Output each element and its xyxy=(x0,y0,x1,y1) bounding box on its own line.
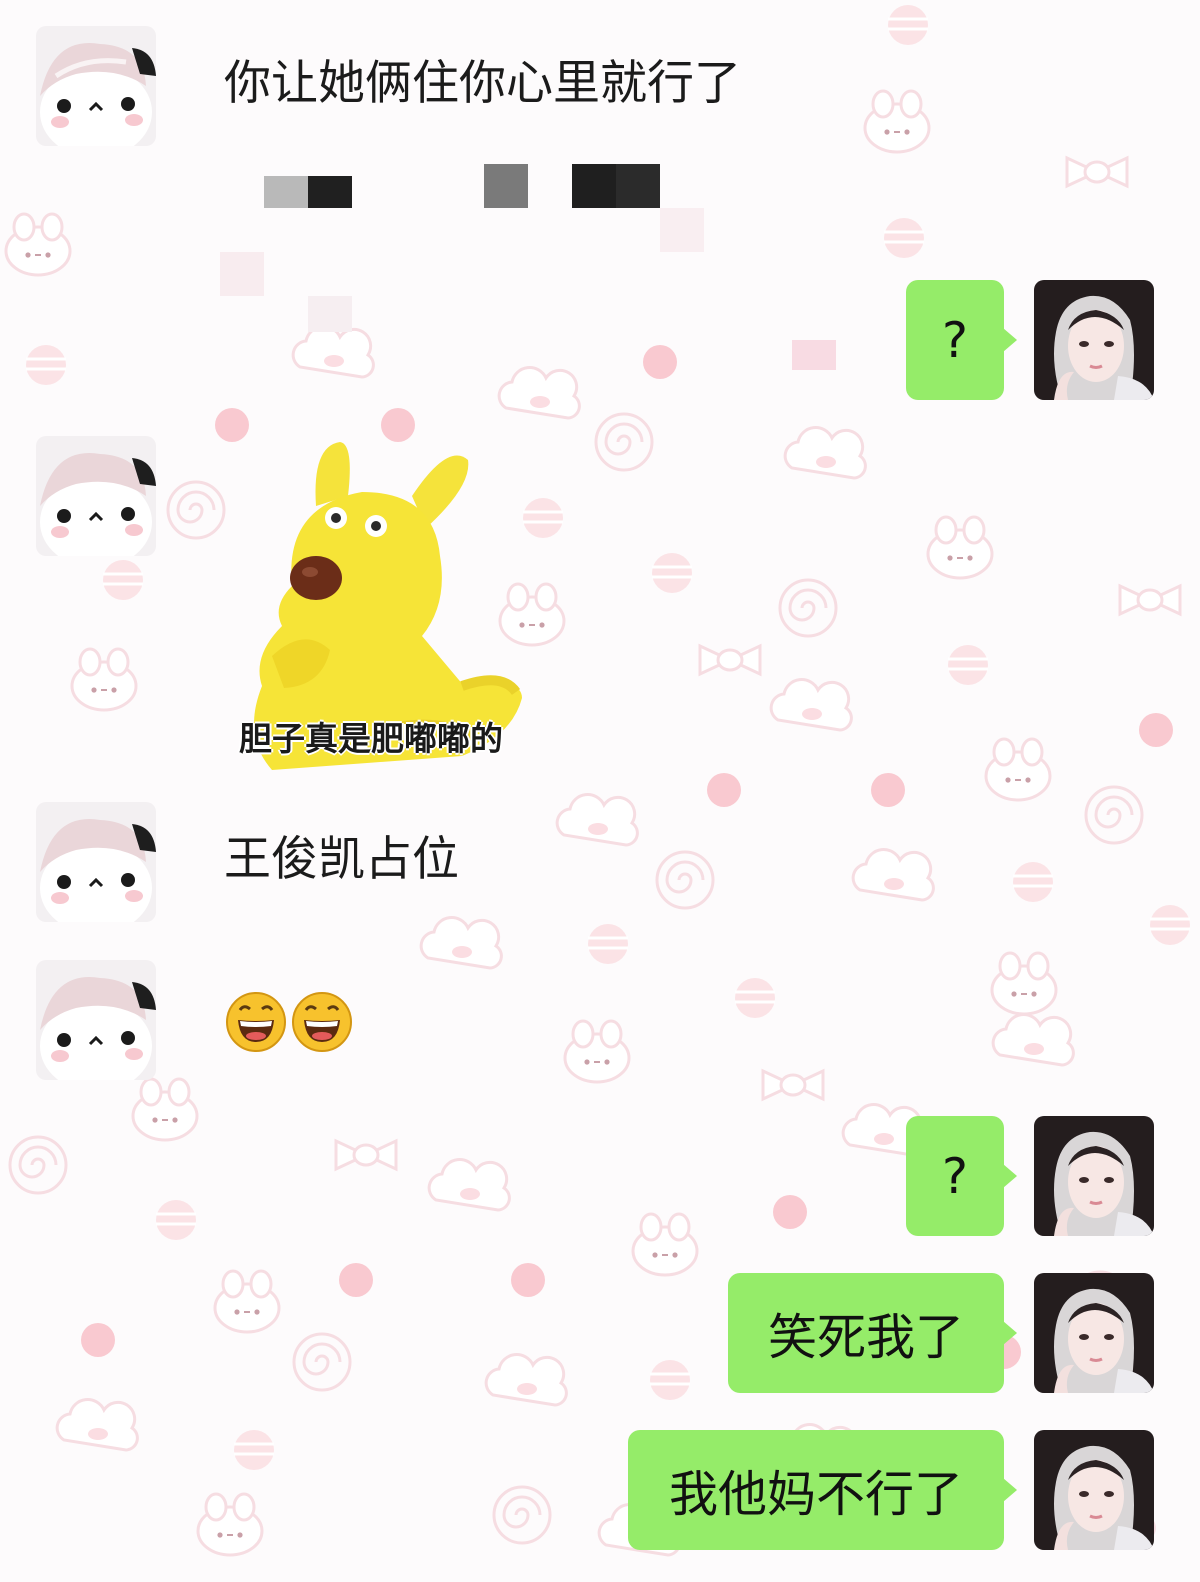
panda-avatar-icon xyxy=(36,26,156,146)
contact-avatar[interactable] xyxy=(36,802,156,922)
sent-message-bubble[interactable]: ? xyxy=(906,280,1017,400)
redacted-block xyxy=(792,340,836,370)
grinning-face-icon xyxy=(292,992,352,1052)
girl-avatar-icon xyxy=(1034,1116,1154,1236)
message-text: ? xyxy=(941,311,968,369)
user-avatar[interactable] xyxy=(1034,1430,1154,1550)
message-text: 我他妈不行了 xyxy=(668,1465,963,1523)
sent-message-bubble[interactable]: ? xyxy=(906,1116,1017,1236)
girl-avatar-icon xyxy=(1034,1273,1154,1393)
redacted-block xyxy=(572,164,616,208)
user-avatar[interactable] xyxy=(1034,1116,1154,1236)
redacted-block xyxy=(616,164,660,208)
redacted-block xyxy=(484,164,528,208)
grinning-face-icon xyxy=(226,992,286,1052)
redacted-block xyxy=(308,296,352,332)
user-avatar[interactable] xyxy=(1034,280,1154,400)
contact-avatar[interactable] xyxy=(36,26,156,146)
panda-avatar-icon xyxy=(36,960,156,1080)
sticker-caption: 胆子真是肥嘟嘟的 xyxy=(239,719,503,758)
sent-message-bubble[interactable]: 我他妈不行了 xyxy=(628,1430,1017,1550)
message-text: ? xyxy=(941,1147,968,1205)
user-avatar[interactable] xyxy=(1034,1273,1154,1393)
message-text: 你让她俩住你心里就行了 xyxy=(224,56,741,111)
panda-avatar-icon xyxy=(36,436,156,556)
redacted-block xyxy=(264,176,308,208)
message-text: 笑死我了 xyxy=(767,1308,964,1366)
message-text: 王俊凯占位 xyxy=(224,832,459,887)
redacted-block xyxy=(308,176,352,208)
panda-avatar-icon xyxy=(36,802,156,922)
girl-avatar-icon xyxy=(1034,280,1154,400)
sent-message-bubble[interactable]: 笑死我了 xyxy=(728,1273,1017,1393)
redacted-block xyxy=(660,208,704,252)
contact-avatar[interactable] xyxy=(36,960,156,1080)
girl-avatar-icon xyxy=(1034,1430,1154,1550)
redacted-block xyxy=(220,252,264,296)
contact-avatar[interactable] xyxy=(36,436,156,556)
chat-background xyxy=(0,0,1200,1582)
